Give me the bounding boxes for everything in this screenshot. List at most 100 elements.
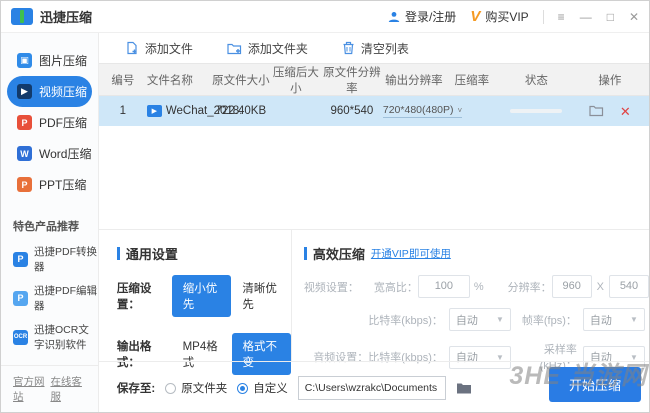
titlebar-divider [542,9,544,24]
original-folder-label: 原文件夹 [181,383,228,395]
chevron-down-icon: ˅ [457,105,463,115]
sidebar-item-word-compress[interactable]: W Word压缩 [1,138,98,169]
col-header-size: 原文件大小 [212,74,270,87]
table-header: 编号 文件名称 原文件大小 压缩后大小 原文件分辨率 输出分辨率 压缩率 状态 … [98,63,649,96]
shrink-priority-button[interactable]: 缩小优先 [171,275,232,317]
promo-pdf-converter[interactable]: P 迅捷PDF转换器 [13,244,98,274]
save-custom-radio[interactable]: 自定义 [237,380,288,396]
settings-section: 通用设置 压缩设置： 缩小优先 清晰优先 输出格式： MP4格式 格式不变 高效… [98,229,649,375]
add-file-icon [125,41,139,55]
open-folder-button[interactable] [589,105,604,117]
bitrate-label: 比特率(kbps)： [368,314,443,327]
sidebar-item-label: Word压缩 [39,147,92,161]
resolution-separator: X [596,280,604,293]
efficient-title: 高效压缩 [312,247,365,262]
menu-icon[interactable]: ≡ [558,11,565,23]
buy-vip-label: 购买VIP [485,10,529,24]
col-header-status: 状态 [524,74,548,87]
pdf-editor-icon: P [13,290,28,306]
login-register-button[interactable]: 登录/注册 [388,8,456,25]
promo-label: 迅捷PDF编辑器 [34,285,97,312]
row-number: 1 [119,105,127,117]
add-folder-label: 添加文件夹 [247,41,308,56]
section-accent-bar [116,247,120,260]
status-cell [499,109,574,113]
image-compress-icon: ▣ [17,53,32,68]
video-compress-icon: ▶ [17,84,32,99]
sidebar: ▣ 图片压缩 ▶ 视频压缩 P PDF压缩 W Word压缩 P PPT压缩 特… [1,33,99,412]
browse-folder-button[interactable] [456,382,472,395]
save-to-label: 保存至: [116,383,156,395]
word-compress-icon: W [17,146,32,161]
trash-icon [342,41,355,55]
fps-select[interactable]: 自动 ▼ [582,308,645,331]
sidebar-item-video-compress[interactable]: ▶ 视频压缩 [7,76,92,107]
vip-icon: V [470,8,481,25]
aspect-ratio-input[interactable]: 100 [417,275,470,298]
add-folder-button[interactable]: 添加文件夹 [227,40,308,57]
save-path-input[interactable] [297,376,446,400]
pdf-compress-icon: P [17,115,32,130]
output-resolution-cell: 720*480(480P) ˅ [382,104,463,118]
sidebar-item-image-compress[interactable]: ▣ 图片压缩 [1,45,98,76]
promo-pdf-editor[interactable]: P 迅捷PDF编辑器 [13,283,98,313]
section-accent-bar [303,247,307,260]
table-empty-area [99,126,649,229]
chevron-down-icon: ▼ [629,315,638,324]
online-support-link[interactable]: 在线客服 [50,374,87,404]
app-logo-icon [11,8,33,25]
save-original-folder-radio[interactable]: 原文件夹 [165,380,227,396]
col-header-out-resolution: 输出分辨率 [385,74,443,87]
aspect-ratio-label: 宽高比： [373,281,418,294]
main-panel: 添加文件 添加文件夹 清空列表 编号 文件名称 原文件大小 压缩后大小 原文件分… [98,33,649,412]
clear-list-button[interactable]: 清空列表 [342,40,409,57]
sidebar-item-label: PDF压缩 [39,116,88,130]
file-size: 722.40KB [215,105,267,117]
file-toolbar: 添加文件 添加文件夹 清空列表 [99,33,649,63]
delete-row-button[interactable]: ✕ [620,105,631,118]
pdf-converter-icon: P [13,251,28,267]
general-settings-title: 通用设置 [125,247,178,262]
source-resolution: 960*540 [330,105,374,117]
add-folder-icon [227,42,242,55]
sidebar-item-pdf-compress[interactable]: P PDF压缩 [1,107,98,138]
resolution-width-input[interactable]: 960 [551,275,592,298]
buy-vip-button[interactable]: V 购买VIP [470,8,528,25]
maximize-icon[interactable]: □ [607,11,614,23]
percent-sign: % [473,280,484,293]
col-header-name: 文件名称 [146,74,193,87]
bitrate-value: 自动 [455,314,478,327]
output-resolution-value: 720*480(480P) [382,104,454,116]
start-compress-button[interactable]: 开始压缩 [548,367,641,402]
custom-label: 自定义 [253,383,288,395]
official-site-link[interactable]: 官方网站 [13,374,50,404]
sidebar-item-label: PPT压缩 [39,178,87,192]
video-file-icon: ▶ [146,105,162,117]
promo-label: 迅捷PDF转换器 [34,246,97,273]
close-icon[interactable]: ✕ [629,11,639,23]
col-header-no: 编号 [111,74,135,87]
promo-section: 特色产品推荐 P 迅捷PDF转换器 P 迅捷PDF编辑器 OCR 迅捷OCR文字… [1,218,98,365]
sidebar-item-ppt-compress[interactable]: P PPT压缩 [1,169,98,200]
efficient-compression: 高效压缩 开通VIP即可使用 视频设置： 宽高比： 100 % 分辨率： 960… [292,230,649,372]
promo-ocr-software[interactable]: OCR 迅捷OCR文字识别软件 [13,322,98,352]
table-row[interactable]: 1 ▶ WeChat_2018. 722.40KB 960*540 720*48… [98,96,649,126]
video-settings-label: 视频设置： [303,281,359,294]
vip-upgrade-link[interactable]: 开通VIP即可使用 [371,246,451,261]
add-file-button[interactable]: 添加文件 [125,40,193,57]
bitrate-select[interactable]: 自动 ▼ [448,308,511,331]
clarity-priority-button[interactable]: 清晰优先 [231,275,291,317]
ppt-compress-icon: P [17,177,32,192]
output-resolution-select[interactable]: 720*480(480P) ˅ [382,104,463,118]
resolution-label: 分辨率： [507,281,552,294]
col-header-compressed-size: 压缩后大小 [272,66,319,95]
progress-bar [510,109,563,113]
fps-label: 帧率(fps)： [521,314,577,327]
minimize-icon[interactable]: — [580,11,592,23]
resolution-height-input[interactable]: 540 [609,275,649,298]
compress-setting-label: 压缩设置： [116,283,152,311]
col-header-ops: 操作 [598,74,622,87]
col-header-ratio: 压缩率 [454,74,490,87]
chevron-down-icon: ▼ [495,315,504,324]
operations-cell: ✕ [574,105,646,118]
